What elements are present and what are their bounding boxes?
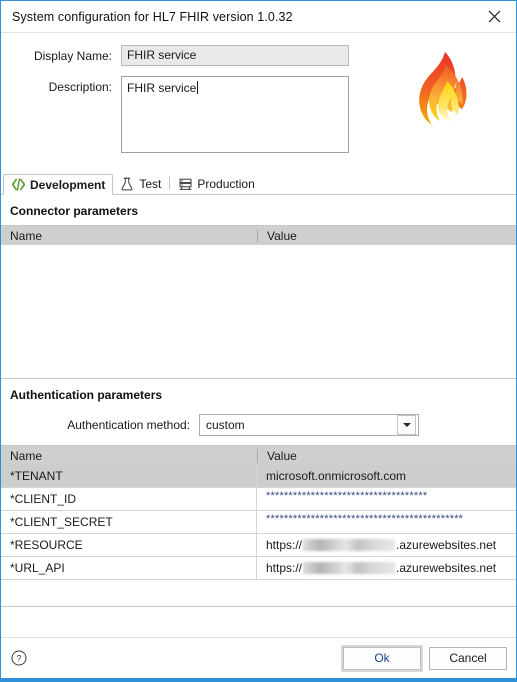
tab-production[interactable]: Production: [171, 173, 262, 194]
connector-column-value: Value: [257, 228, 516, 243]
auth-row-value[interactable]: https:// .azurewebsites.net: [257, 534, 516, 556]
table-row[interactable]: *RESOURCE https:// .azurewebsites.net: [1, 534, 516, 557]
description-input[interactable]: FHIR service: [121, 76, 349, 153]
authentication-method-value: custom: [206, 418, 245, 432]
masked-value: ************************************: [266, 489, 428, 502]
tab-development-label: Development: [30, 177, 106, 192]
authentication-parameters-section: Authentication parameters Authentication…: [1, 379, 516, 607]
authentication-method-select[interactable]: custom: [199, 414, 419, 436]
url-prefix: https://: [266, 538, 303, 552]
system-configuration-dialog: System configuration for HL7 FHIR versio…: [0, 0, 517, 682]
svg-text:?: ?: [16, 654, 21, 664]
close-icon: [488, 10, 500, 23]
connector-table-header: Name Value: [1, 226, 516, 245]
cancel-button[interactable]: Cancel: [429, 646, 507, 670]
authentication-parameters-table: Name Value *TENANT microsoft.onmicrosoft…: [1, 445, 516, 607]
dialog-footer: ? Ok Cancel: [1, 637, 516, 678]
authentication-method-row: Authentication method: custom: [1, 409, 516, 445]
display-name-label: Display Name:: [33, 49, 112, 63]
window-bottom-accent: [1, 678, 516, 681]
auth-row-name: *URL_API: [1, 557, 257, 579]
tab-test-label: Test: [139, 176, 162, 191]
auth-row-value[interactable]: ****************************************…: [257, 508, 516, 537]
connector-parameters-title: Connector parameters: [10, 204, 139, 218]
chevron-down-glyph: [402, 423, 411, 427]
text-cursor: [197, 81, 199, 94]
auth-row-name: *TENANT: [1, 465, 257, 487]
auth-table-body: *TENANT microsoft.onmicrosoft.com *CLIEN…: [1, 465, 516, 606]
help-circle-icon[interactable]: ?: [10, 650, 27, 667]
connector-parameters-table: Name Value: [1, 225, 516, 379]
redacted-host: [303, 562, 396, 574]
server-rack-icon: [177, 176, 193, 192]
auth-row-name: *CLIENT_ID: [1, 488, 257, 510]
description-text: FHIR service: [127, 81, 197, 95]
header-form: Display Name: FHIR service Description: …: [1, 33, 516, 172]
auth-row-value[interactable]: https:// .azurewebsites.net: [257, 557, 516, 579]
masked-value: ****************************************…: [266, 512, 464, 525]
fhir-flame-logo: [419, 52, 467, 125]
url-suffix: .azurewebsites.net: [396, 561, 497, 575]
display-name-input[interactable]: FHIR service: [121, 45, 349, 66]
auth-column-name: Name: [10, 448, 43, 463]
connector-parameters-section: Connector parameters Name Value: [1, 195, 516, 379]
close-button[interactable]: [472, 1, 516, 32]
auth-row-name: *RESOURCE: [1, 534, 257, 556]
url-prefix: https://: [266, 561, 303, 575]
auth-table-empty-area[interactable]: [1, 580, 516, 606]
code-brackets-icon: [10, 177, 26, 193]
tab-development[interactable]: Development: [3, 174, 114, 195]
auth-table-header: Name Value: [1, 446, 516, 465]
table-row[interactable]: *URL_API https:// .azurewebsites.net: [1, 557, 516, 580]
table-row[interactable]: *CLIENT_SECRET *************************…: [1, 511, 516, 534]
environment-tabs: Development Test Production: [1, 172, 516, 195]
authentication-method-label: Authentication method:: [67, 418, 190, 432]
window-title: System configuration for HL7 FHIR versio…: [12, 9, 293, 24]
url-suffix: .azurewebsites.net: [396, 538, 497, 552]
ok-button[interactable]: Ok: [343, 646, 421, 670]
tab-production-label: Production: [197, 176, 255, 191]
connector-column-name: Name: [10, 228, 43, 243]
redacted-host: [303, 539, 396, 551]
flask-icon: [119, 176, 135, 192]
authentication-parameters-title: Authentication parameters: [10, 388, 163, 402]
auth-column-value: Value: [257, 448, 516, 463]
title-bar: System configuration for HL7 FHIR versio…: [1, 1, 516, 33]
chevron-down-icon[interactable]: [397, 415, 416, 435]
tab-test[interactable]: Test: [113, 173, 169, 194]
tab-divider: [169, 176, 171, 190]
auth-row-name: *CLIENT_SECRET: [1, 511, 257, 533]
connector-table-body[interactable]: [1, 245, 516, 378]
description-label: Description:: [48, 80, 112, 94]
